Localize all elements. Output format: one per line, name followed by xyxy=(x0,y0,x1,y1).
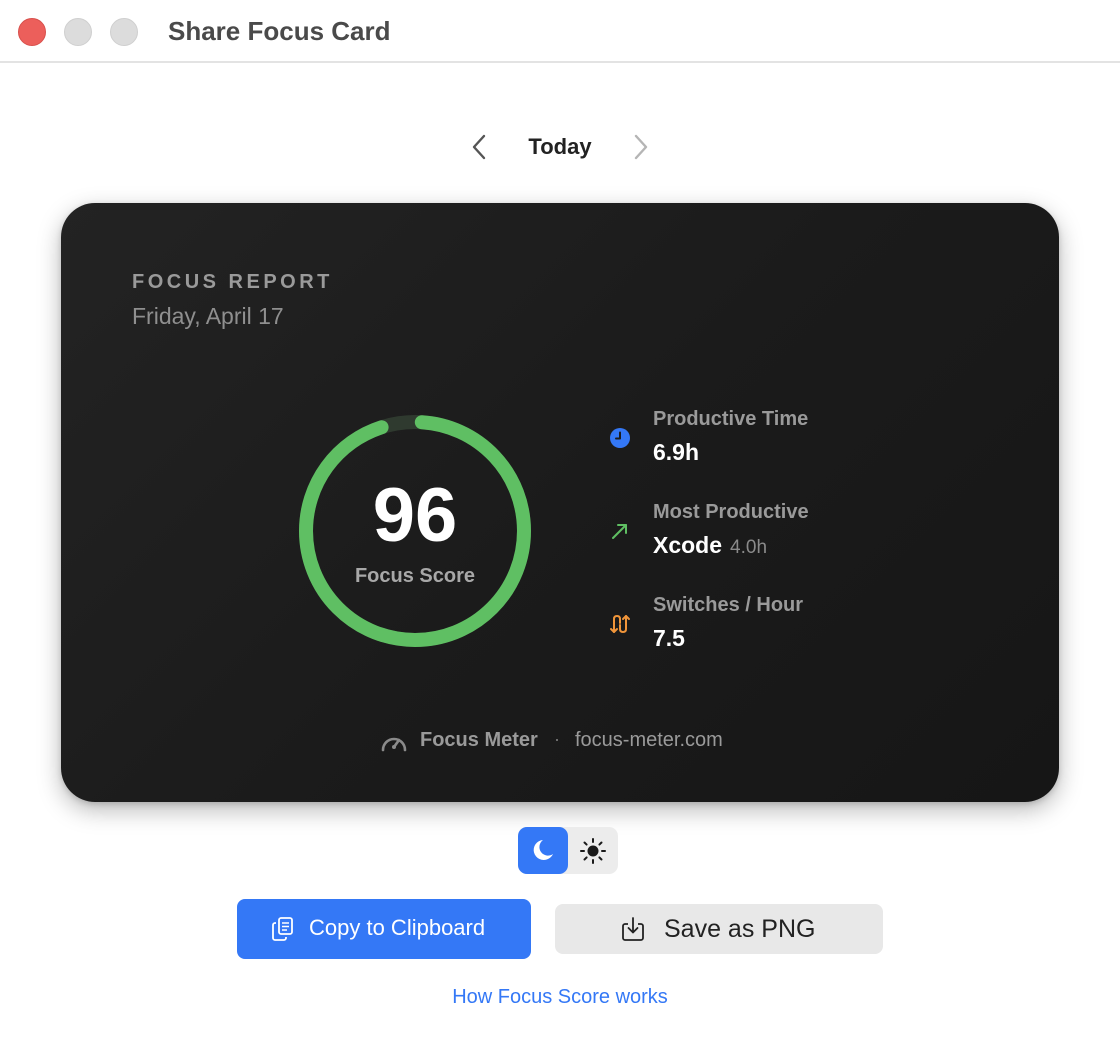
close-window-button[interactable] xyxy=(18,18,46,46)
copy-to-clipboard-label: Copy to Clipboard xyxy=(309,915,486,940)
card-footer: Focus Meter · focus-meter.com xyxy=(61,729,1059,759)
productive-time-value: 6.9h xyxy=(653,439,700,465)
dark-theme-button[interactable] xyxy=(518,827,568,874)
footer-brand: Focus Meter xyxy=(420,729,538,751)
card-date: Friday, April 17 xyxy=(132,303,284,329)
productive-time-label: Productive Time xyxy=(653,408,809,430)
chevron-left-icon xyxy=(472,134,486,160)
chevron-right-icon xyxy=(634,134,648,160)
footer-url: focus-meter.com xyxy=(575,729,723,751)
focus-score-label: Focus Score xyxy=(354,565,476,587)
save-as-png-label: Save as PNG xyxy=(664,915,816,943)
date-range-label: Today xyxy=(528,134,592,159)
window-title: Share Focus Card xyxy=(168,16,391,46)
most-productive-app: Xcode xyxy=(653,532,723,558)
minimize-window-button[interactable] xyxy=(64,18,92,46)
share-focus-card-window: Share Focus Card Today FOCUS REPORT Frid… xyxy=(0,0,1120,1064)
moon-icon xyxy=(533,840,553,860)
most-productive-duration: 4.0h xyxy=(730,537,768,558)
save-as-png-button[interactable]: Save as PNG xyxy=(555,904,883,954)
switches-per-hour-label: Switches / Hour xyxy=(653,594,804,616)
title-bar: Share Focus Card xyxy=(0,0,1120,63)
previous-day-button[interactable] xyxy=(466,132,492,162)
switch-arrows-icon xyxy=(610,614,630,634)
download-tray-icon xyxy=(622,917,644,941)
zoom-window-button[interactable] xyxy=(110,18,138,46)
card-heading: FOCUS REPORT xyxy=(132,271,333,293)
trend-up-arrow-icon xyxy=(612,524,627,539)
copy-document-icon xyxy=(272,917,293,941)
clock-icon xyxy=(610,428,630,448)
switches-per-hour-value: 7.5 xyxy=(653,625,685,651)
sun-icon xyxy=(580,838,606,864)
most-productive-value: Xcode 4.0h xyxy=(653,532,767,559)
how-focus-score-works-link[interactable]: How Focus Score works xyxy=(0,986,1120,1009)
next-day-button[interactable] xyxy=(628,132,654,162)
theme-toggle xyxy=(518,827,618,874)
most-productive-label: Most Productive xyxy=(653,501,809,523)
focus-card-preview: FOCUS REPORT Friday, April 17 96 Focus S… xyxy=(61,203,1059,802)
copy-to-clipboard-button[interactable]: Copy to Clipboard xyxy=(237,899,531,959)
light-theme-button[interactable] xyxy=(568,827,618,874)
focus-score-value: 96 xyxy=(372,473,458,558)
speedometer-icon xyxy=(381,737,407,752)
footer-separator: · xyxy=(554,729,560,749)
